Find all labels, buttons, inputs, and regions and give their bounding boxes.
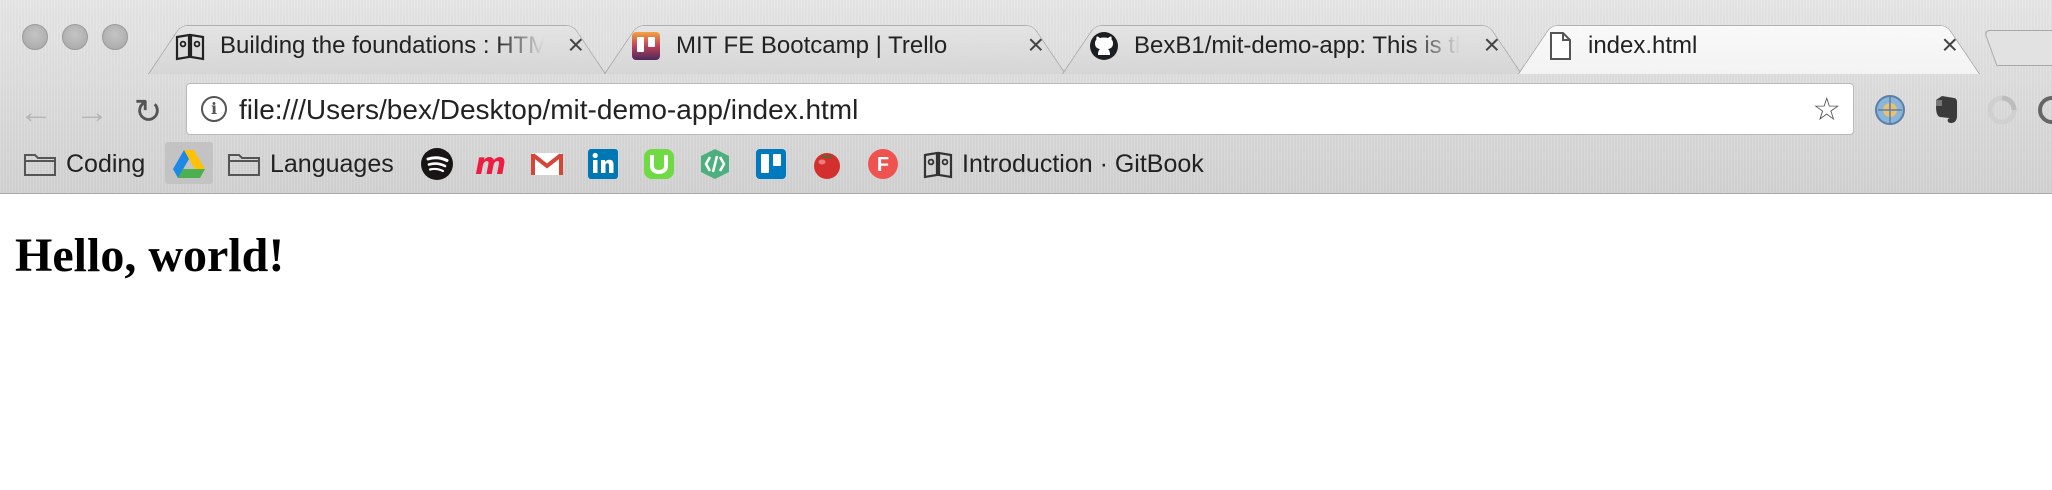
back-button[interactable]: ← [16, 92, 56, 132]
meetup-icon[interactable]: m [474, 147, 508, 181]
tab-close-button[interactable]: × [568, 30, 584, 60]
tab-close-button[interactable]: × [1484, 30, 1500, 60]
window-close-button[interactable] [22, 24, 48, 50]
evernote-icon[interactable] [1928, 92, 1964, 128]
window-zoom-button[interactable] [102, 24, 128, 50]
svg-text:m: m [475, 147, 506, 181]
bookmark-label: Introduction · GitBook [962, 149, 1204, 178]
file-icon [1550, 32, 1571, 60]
gmail-icon[interactable] [530, 147, 564, 181]
tab-close-button[interactable]: × [1028, 30, 1044, 60]
f-icon[interactable]: F [866, 147, 900, 181]
loading-extension-icon[interactable] [1984, 92, 2020, 128]
svg-text:F: F [877, 154, 889, 176]
extension-globe-icon[interactable] [1872, 92, 1908, 128]
bookmark-folder-coding[interactable]: Coding [24, 146, 145, 182]
sync-extension-icon[interactable] [2036, 92, 2052, 128]
upwork-icon[interactable] [642, 147, 676, 181]
reload-button[interactable]: ↻ [128, 92, 168, 132]
trello-icon[interactable] [754, 147, 788, 181]
gitbook-icon [923, 151, 953, 179]
folder-icon [228, 154, 260, 176]
spotify-icon[interactable] [420, 147, 454, 181]
trello-board-icon [632, 32, 660, 60]
codepen-icon[interactable] [698, 147, 732, 181]
bookmark-introduction-gitbook[interactable]: Introduction · GitBook [922, 146, 1204, 182]
new-tab-button[interactable] [1983, 30, 2052, 66]
address-bar[interactable]: i file:///Users/bex/Desktop/mit-demo-app… [186, 83, 1854, 135]
tab-github-repo[interactable]: BexB1/mit-demo-app: This is the × [1062, 16, 1522, 74]
tab-close-button[interactable]: × [1942, 30, 1958, 60]
tab-index-html[interactable]: index.html × [1518, 16, 1980, 74]
tab-trello-board[interactable]: MIT FE Bootcamp | Trello × [604, 16, 1066, 74]
tab-title: BexB1/mit-demo-app: This is the [1134, 32, 1460, 59]
gitbook-icon [175, 33, 205, 61]
window-minimize-button[interactable] [62, 24, 88, 50]
bookmark-label: Languages [270, 149, 394, 178]
tab-title: Building the foundations : HTML [220, 32, 544, 59]
folder-icon [24, 154, 56, 176]
page-heading: Hello, world! [15, 229, 285, 282]
github-icon [1090, 32, 1118, 60]
bookmark-label: Coding [66, 149, 146, 178]
google-drive-icon[interactable] [172, 147, 206, 181]
browser-chrome: Building the foundations : HTML × MIT FE… [0, 0, 2052, 194]
bookmark-folder-languages[interactable]: Languages [228, 146, 394, 182]
site-info-icon[interactable]: i [201, 96, 227, 122]
tab-building-foundations[interactable]: Building the foundations : HTML × [148, 16, 606, 74]
url-text[interactable]: file:///Users/bex/Desktop/mit-demo-app/i… [239, 94, 858, 126]
linkedin-icon[interactable] [586, 147, 620, 181]
tab-title: index.html [1588, 32, 1698, 59]
tomato-timer-icon[interactable] [810, 147, 844, 181]
forward-button[interactable]: → [72, 92, 112, 132]
bookmark-star-icon[interactable]: ☆ [1812, 92, 1841, 126]
tab-title: MIT FE Bootcamp | Trello [676, 32, 948, 59]
